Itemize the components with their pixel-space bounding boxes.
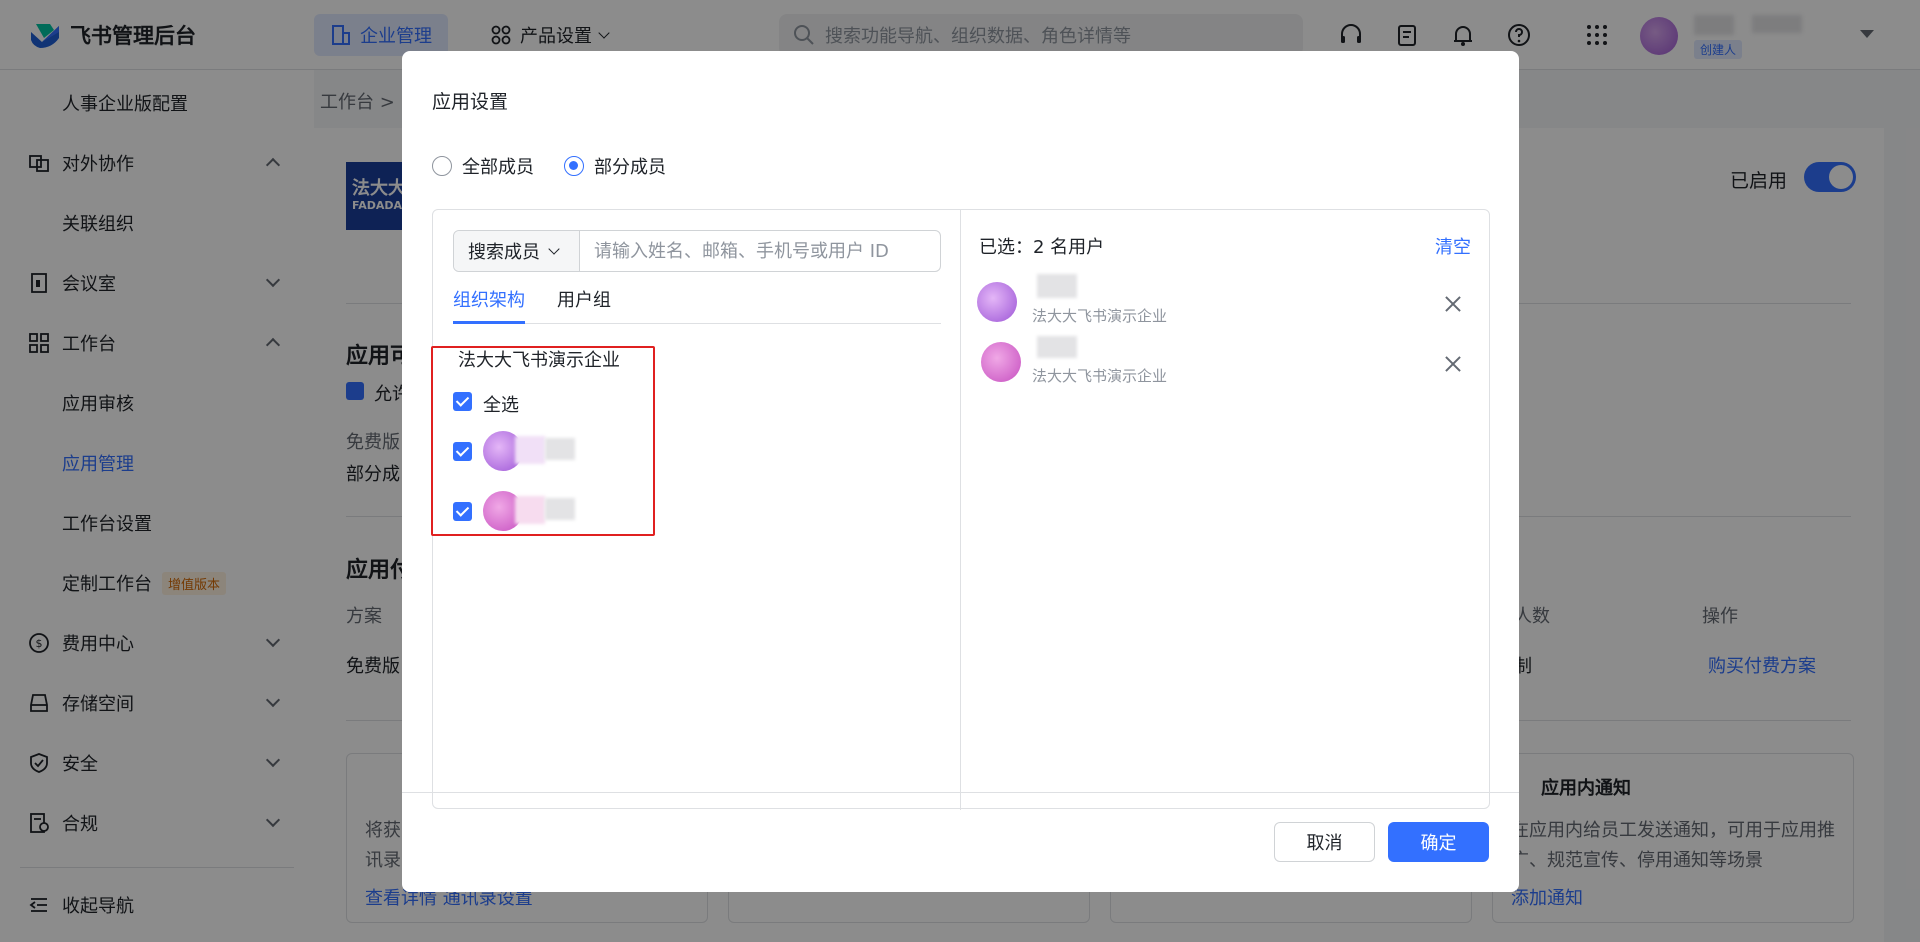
selected-user-org: 法大大飞书演示企业 <box>1032 307 1168 325</box>
member-search-input[interactable] <box>580 231 940 271</box>
panel-divider <box>960 210 961 810</box>
clear-selection-link[interactable]: 清空 <box>1435 233 1471 259</box>
radio-partial-members[interactable] <box>564 156 584 176</box>
radio-all-members-label[interactable]: 全部成员 <box>462 153 534 179</box>
selected-user-org: 法大大飞书演示企业 <box>1032 367 1168 385</box>
selected-user-avatar <box>977 282 1017 322</box>
dialog-title: 应用设置 <box>432 91 509 113</box>
selected-user-avatar <box>981 342 1021 382</box>
member-search-combo: 搜索成员 <box>453 230 941 272</box>
selected-count: 已选：2 名用户 <box>979 237 1105 258</box>
search-type-label: 搜索成员 <box>468 242 540 263</box>
app-settings-dialog: 应用设置 全部成员 部分成员 搜索成员 组织架构 用户组 法大大飞书演示企业 全… <box>402 51 1519 892</box>
radio-partial-members-label[interactable]: 部分成员 <box>594 153 666 179</box>
chevron-down-icon <box>548 243 560 255</box>
search-type-dropdown[interactable]: 搜索成员 <box>454 231 580 271</box>
remove-user-close-icon[interactable] <box>1444 355 1462 373</box>
member-scope-radio-group: 全部成员 部分成员 <box>432 153 696 179</box>
tab-org-structure[interactable]: 组织架构 <box>453 286 525 324</box>
member-picker-panel: 搜索成员 组织架构 用户组 法大大飞书演示企业 全选 已选：2 名用户 清空 法… <box>431 209 1490 810</box>
picker-tabs: 组织架构 用户组 <box>453 286 941 324</box>
dialog-footer-divider <box>402 792 1519 793</box>
redacted-selected-name <box>1037 336 1077 358</box>
highlight-annotation-box <box>431 346 655 536</box>
cancel-button[interactable]: 取消 <box>1274 822 1375 862</box>
confirm-button[interactable]: 确定 <box>1388 822 1489 862</box>
radio-all-members[interactable] <box>432 156 452 176</box>
remove-user-close-icon[interactable] <box>1444 295 1462 313</box>
tab-user-group[interactable]: 用户组 <box>557 286 611 324</box>
redacted-selected-name <box>1037 274 1077 298</box>
